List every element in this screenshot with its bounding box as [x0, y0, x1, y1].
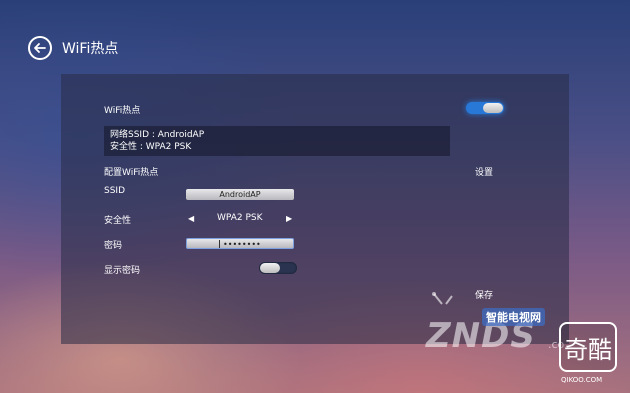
save-button[interactable]: 保存 [475, 288, 493, 301]
text-cursor [219, 240, 220, 248]
page-title: WiFi热点 [62, 41, 119, 57]
arrow-left-icon [34, 43, 46, 53]
hotspot-toggle[interactable] [466, 102, 504, 114]
watermark-domain: QIKOO.COM [561, 376, 603, 384]
security-next-icon[interactable]: ▶ [286, 214, 292, 223]
toggle-knob [483, 103, 503, 113]
security-label: 安全性 [104, 216, 132, 226]
password-value: •••••••• [223, 240, 261, 249]
toggle-knob [260, 263, 280, 273]
info-ssid: 网络SSID : AndroidAP [110, 130, 205, 140]
header: WiFi热点 [28, 36, 118, 60]
show-password-toggle[interactable] [259, 262, 297, 274]
ssid-label: SSID [104, 186, 126, 196]
hotspot-label: WiFi热点 [104, 106, 141, 116]
settings-button[interactable]: 设置 [475, 165, 493, 178]
hotspot-info-box: 网络SSID : AndroidAP 安全性 : WPA2 PSK [104, 126, 450, 156]
password-input[interactable]: •••••••• [186, 238, 294, 249]
info-security: 安全性 : WPA2 PSK [110, 142, 192, 152]
security-prev-icon[interactable]: ◀ [188, 214, 194, 223]
show-password-label: 显示密码 [104, 266, 141, 276]
back-button[interactable] [28, 36, 52, 60]
password-label: 密码 [104, 241, 123, 251]
ssid-input[interactable]: AndroidAP [186, 189, 294, 200]
settings-panel: WiFi热点 网络SSID : AndroidAP 安全性 : WPA2 PSK… [61, 74, 569, 344]
config-section-label: 配置WiFi热点 [104, 168, 159, 178]
security-value: WPA2 PSK [217, 213, 263, 223]
